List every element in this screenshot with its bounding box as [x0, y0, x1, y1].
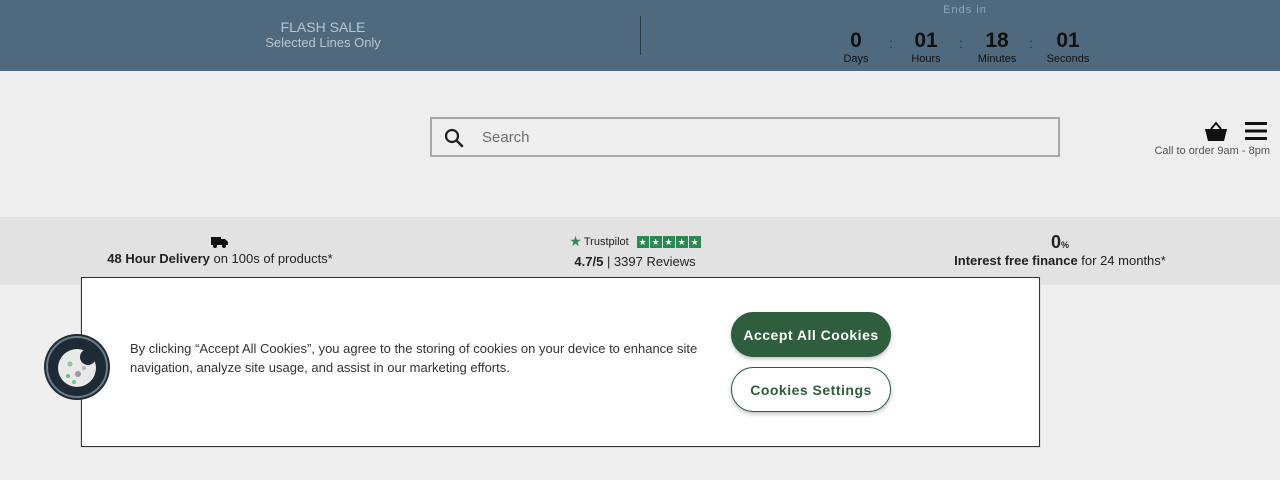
countdown-minutes: 18 Minutes	[972, 29, 1022, 65]
countdown-minutes-label: Minutes	[977, 53, 1017, 65]
trustpilot-name: Trustpilot	[583, 235, 629, 248]
countdown-hours-value: 01	[914, 29, 938, 52]
cookie-icon	[58, 349, 96, 387]
countdown-seconds-label: Seconds	[1046, 53, 1090, 65]
flash-sale-subtitle: Selected Lines Only	[265, 35, 381, 50]
usp-delivery[interactable]: 48 Hour Delivery on 100s of products*	[100, 235, 340, 266]
countdown-hours-label: Hours	[911, 53, 941, 65]
usp-finance[interactable]: 0% Interest free finance for 24 months*	[940, 232, 1180, 268]
star-icon: ★	[636, 235, 649, 248]
star-icon: ★	[662, 235, 675, 248]
countdown-days-value: 0	[850, 29, 862, 52]
countdown-hours: 01 Hours	[906, 29, 946, 65]
finance-text: for 24 months*	[1077, 253, 1166, 268]
search-bar[interactable]	[430, 117, 1060, 157]
star-icon: ★	[675, 235, 688, 248]
basket-icon[interactable]	[1204, 121, 1228, 143]
countdown-days-label: Days	[843, 53, 869, 65]
finance-percent: %	[1061, 240, 1070, 250]
accept-all-cookies-button[interactable]: Accept All Cookies	[731, 312, 891, 357]
countdown-separator: :	[1029, 35, 1033, 51]
cookie-consent-text: By clicking “Accept All Cookies”, you ag…	[130, 341, 698, 375]
countdown-separator: :	[889, 35, 893, 51]
rating-score: 4.7/5	[574, 254, 604, 269]
trustpilot-logo: ★ Trustpilot ★ ★ ★ ★ ★	[569, 233, 701, 250]
usp-bar: 48 Hour Delivery on 100s of products* ★ …	[0, 217, 1280, 285]
countdown-days: 0 Days	[840, 29, 872, 65]
site-header: Call to order 9am - 8pm	[0, 71, 1280, 217]
finance-bold: Interest free finance	[954, 253, 1078, 268]
countdown-minutes-value: 18	[985, 29, 1009, 52]
flash-sale-text[interactable]: FLASH SALE Selected Lines Only	[223, 19, 423, 51]
finance-zero-percent: 0%	[940, 232, 1180, 253]
countdown-seconds: 01 Seconds	[1044, 29, 1092, 65]
search-icon[interactable]	[444, 128, 464, 148]
flash-sale-bar: FLASH SALE Selected Lines Only Ends in 0…	[0, 0, 1280, 71]
divider	[640, 16, 641, 55]
star-icon: ★	[649, 235, 662, 248]
countdown-ends-label: Ends in	[943, 4, 987, 16]
search-input[interactable]	[482, 119, 1042, 155]
trustpilot-star-icon: ★	[569, 233, 582, 249]
star-icon: ★	[688, 235, 701, 248]
call-to-order-text: Call to order 9am - 8pm	[1154, 145, 1270, 157]
delivery-truck-icon	[211, 237, 228, 248]
finance-zero: 0	[1050, 232, 1061, 252]
flash-sale-title: FLASH SALE	[280, 19, 366, 35]
cookies-settings-button[interactable]: Cookies Settings	[731, 367, 891, 412]
countdown-seconds-value: 01	[1056, 29, 1080, 52]
rating-reviews: | 3397 Reviews	[603, 254, 696, 269]
cookie-preferences-button[interactable]	[46, 336, 108, 398]
usp-trustpilot[interactable]: ★ Trustpilot ★ ★ ★ ★ ★ 4.7/5 | 3397 Reviews	[540, 233, 730, 269]
trustpilot-stars: ★ ★ ★ ★ ★	[636, 235, 701, 248]
cookie-consent-banner: By clicking “Accept All Cookies”, you ag…	[81, 277, 1040, 447]
countdown-separator: :	[959, 35, 963, 51]
usp-delivery-text: on 100s of products*	[209, 251, 333, 266]
usp-delivery-bold: 48 Hour Delivery	[107, 251, 210, 266]
menu-icon[interactable]	[1245, 122, 1267, 140]
